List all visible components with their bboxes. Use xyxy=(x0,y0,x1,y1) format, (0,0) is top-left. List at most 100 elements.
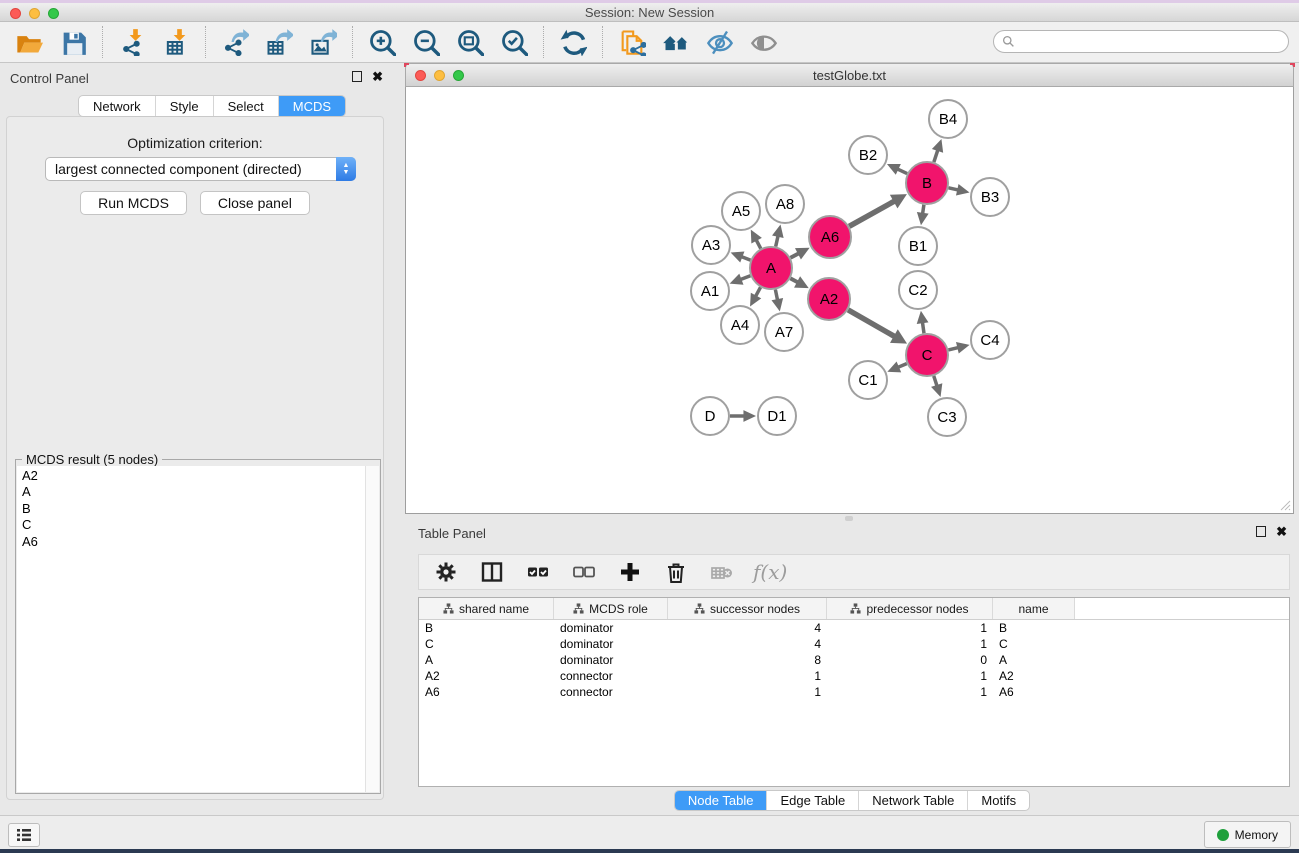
status-bar: Memory xyxy=(0,815,1299,849)
delete-table-icon[interactable] xyxy=(707,557,737,587)
tab-style[interactable]: Style xyxy=(156,96,214,116)
memory-button[interactable]: Memory xyxy=(1204,821,1291,848)
table-row[interactable]: A2connector11A2 xyxy=(419,668,1289,684)
table-cell: A6 xyxy=(993,684,1075,700)
network-view-window: testGlobe.txt B4B2BB3A8A5A6B1A3AA1C2A2A4… xyxy=(405,63,1294,514)
zoom-in-icon[interactable] xyxy=(367,27,397,57)
refresh-icon[interactable] xyxy=(558,27,588,57)
tab-network[interactable]: Network xyxy=(79,96,156,116)
export-network-icon[interactable] xyxy=(220,27,250,57)
node-label-A7: A7 xyxy=(775,324,793,341)
close-panel-icon[interactable]: ✖ xyxy=(372,71,383,82)
zoom-fit-icon[interactable] xyxy=(455,27,485,57)
node-label-B4: B4 xyxy=(939,111,957,128)
hide-eye-icon[interactable] xyxy=(705,27,735,57)
node-label-C2: C2 xyxy=(908,282,927,299)
tab-mcds[interactable]: MCDS xyxy=(279,96,345,116)
column-header-name[interactable]: name xyxy=(993,598,1075,619)
tree-icon xyxy=(443,603,454,614)
table-row[interactable]: A6connector11A6 xyxy=(419,684,1289,700)
table-row[interactable]: Cdominator41C xyxy=(419,636,1289,652)
table-panel: Table Panel ✖ f(x) shared nameMCDS roles… xyxy=(405,521,1299,815)
network-window-titlebar[interactable]: testGlobe.txt xyxy=(405,63,1294,87)
result-list-item[interactable]: B xyxy=(22,501,365,517)
table-cell: dominator xyxy=(554,652,668,668)
table-cell: A2 xyxy=(419,668,554,684)
table-cell: connector xyxy=(554,668,668,684)
table-cell: 8 xyxy=(668,652,827,668)
float-panel-icon[interactable] xyxy=(352,71,362,82)
network-canvas[interactable]: B4B2BB3A8A5A6B1A3AA1C2A2A4A7C4CC1C3DD1 xyxy=(405,87,1294,514)
table-cell: 1 xyxy=(827,668,993,684)
task-history-button[interactable] xyxy=(8,823,40,847)
edge-A2-C[interactable] xyxy=(848,310,896,337)
resize-grip-icon[interactable] xyxy=(1279,499,1291,511)
zoom-out-icon[interactable] xyxy=(411,27,441,57)
close-panel-button[interactable]: Close panel xyxy=(200,191,310,215)
arrowhead xyxy=(772,298,784,311)
homes-icon[interactable] xyxy=(661,27,691,57)
node-label-B1: B1 xyxy=(909,238,927,255)
mcds-result-list[interactable]: A2ABCA6 xyxy=(17,466,365,792)
trash-icon[interactable] xyxy=(661,557,691,587)
import-network-icon[interactable] xyxy=(117,27,147,57)
float-table-panel-icon[interactable] xyxy=(1256,526,1266,537)
result-list-item[interactable]: A xyxy=(22,484,365,500)
equation-builder-icon[interactable]: f(x) xyxy=(753,560,787,584)
export-image-icon[interactable] xyxy=(308,27,338,57)
table-cell: B xyxy=(993,620,1075,636)
network-graph[interactable]: B4B2BB3A8A5A6B1A3AA1C2A2A4A7C4CC1C3DD1 xyxy=(406,87,1291,511)
open-folder-icon[interactable] xyxy=(14,27,44,57)
duplicate-network-icon[interactable] xyxy=(617,27,647,57)
tree-icon xyxy=(573,603,584,614)
column-header-predecessor-nodes[interactable]: predecessor nodes xyxy=(827,598,993,619)
table-row[interactable]: Bdominator41B xyxy=(419,620,1289,636)
memory-label: Memory xyxy=(1235,828,1278,842)
table-cell: 1 xyxy=(827,684,993,700)
arrowhead xyxy=(931,383,942,397)
export-table-icon[interactable] xyxy=(264,27,294,57)
table-row[interactable]: Adominator80A xyxy=(419,652,1289,668)
import-table-icon[interactable] xyxy=(161,27,191,57)
unchecked-boxes-icon[interactable] xyxy=(569,557,599,587)
table-toolbar: f(x) xyxy=(418,554,1290,590)
tab-motifs[interactable]: Motifs xyxy=(968,791,1029,810)
zoom-selected-icon[interactable] xyxy=(499,27,529,57)
gear-icon[interactable] xyxy=(431,557,461,587)
tab-node-table[interactable]: Node Table xyxy=(675,791,768,810)
close-table-panel-icon[interactable]: ✖ xyxy=(1276,526,1287,537)
add-column-icon[interactable] xyxy=(615,557,645,587)
column-header-successor-nodes[interactable]: successor nodes xyxy=(668,598,827,619)
node-label-D1: D1 xyxy=(767,408,786,425)
run-mcds-button[interactable]: Run MCDS xyxy=(80,191,187,215)
node-label-A: A xyxy=(766,260,776,277)
arrowhead xyxy=(956,184,970,196)
show-eye-icon[interactable] xyxy=(749,27,779,57)
column-header-shared-name[interactable]: shared name xyxy=(419,598,554,619)
search-input[interactable] xyxy=(1015,35,1288,49)
desktop-bottom-strip xyxy=(0,849,1299,853)
result-list-item[interactable]: A2 xyxy=(22,468,365,484)
tree-icon xyxy=(694,603,705,614)
tab-select[interactable]: Select xyxy=(214,96,279,116)
optimization-criterion-dropdown[interactable]: largest connected component (directed) ▲… xyxy=(45,157,356,181)
table-cell: C xyxy=(993,636,1075,652)
split-view-icon[interactable] xyxy=(477,557,507,587)
tab-edge-table[interactable]: Edge Table xyxy=(767,791,859,810)
save-icon[interactable] xyxy=(58,27,88,57)
search-box[interactable] xyxy=(993,30,1289,53)
result-list-scrollbar[interactable] xyxy=(365,466,379,792)
checked-boxes-icon[interactable] xyxy=(523,557,553,587)
node-label-A6: A6 xyxy=(821,229,839,246)
node-label-A1: A1 xyxy=(701,283,719,300)
table-cell: B xyxy=(419,620,554,636)
edge-B-B4[interactable] xyxy=(934,149,938,162)
tab-network-table[interactable]: Network Table xyxy=(859,791,968,810)
column-header-MCDS-role[interactable]: MCDS role xyxy=(554,598,668,619)
table-tabs: Node TableEdge TableNetwork TableMotifs xyxy=(674,790,1030,811)
result-list-item[interactable]: C xyxy=(22,517,365,533)
result-list-item[interactable]: A6 xyxy=(22,534,365,550)
edge-A6-B[interactable] xyxy=(849,201,895,227)
arrowhead xyxy=(956,342,970,354)
table-cell: 1 xyxy=(668,668,827,684)
